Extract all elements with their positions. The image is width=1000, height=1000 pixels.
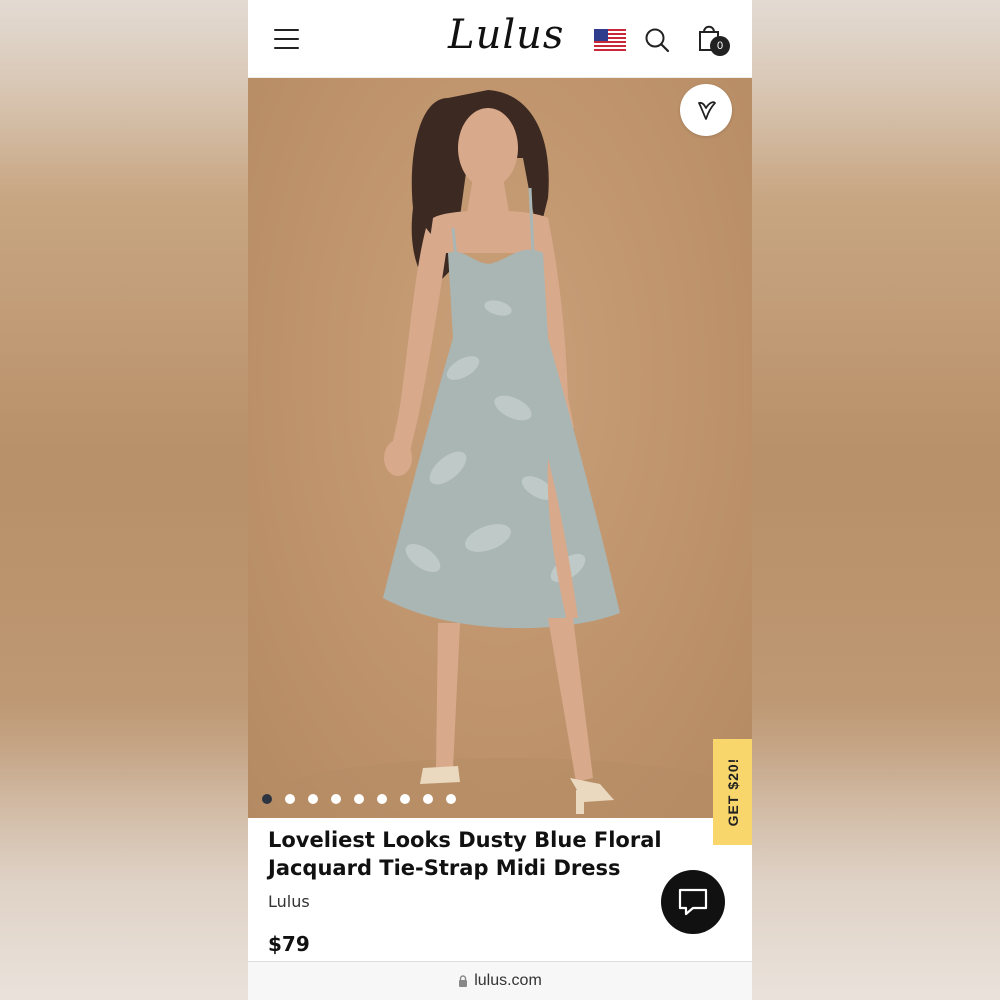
carousel-dot[interactable] [262, 794, 272, 804]
carousel-dot[interactable] [285, 794, 295, 804]
promo-label: GET $20! [724, 757, 741, 827]
carousel-dot[interactable] [423, 794, 433, 804]
background-blur-left [0, 0, 248, 1000]
lulus-logo[interactable]: Lulus [448, 12, 564, 58]
phone-screen: Lulus 0 Loveliest Looks Dusty Blue Flora… [248, 0, 752, 1000]
product-price: $79 [268, 932, 310, 956]
us-flag-icon[interactable] [594, 29, 626, 53]
product-title: Loveliest Looks Dusty Blue Floral Jacqua… [268, 828, 662, 880]
chat-bubble-icon [678, 888, 708, 916]
promo-tab[interactable]: GET $20! [713, 739, 752, 845]
search-icon[interactable] [644, 27, 670, 53]
carousel-dot[interactable] [446, 794, 456, 804]
carousel-dot[interactable] [308, 794, 318, 804]
site-header: Lulus 0 [248, 0, 752, 78]
heart-icon [698, 101, 716, 120]
product-brand[interactable]: Lulus [268, 892, 668, 911]
menu-icon[interactable] [274, 29, 299, 49]
carousel-dot[interactable] [377, 794, 387, 804]
carousel-indicators [262, 794, 456, 804]
background-blur-right [752, 0, 1000, 1000]
product-image-carousel[interactable] [248, 78, 752, 818]
cart-count-badge: 0 [710, 36, 730, 56]
carousel-dot[interactable] [354, 794, 364, 804]
product-photo [268, 90, 748, 818]
favorite-button[interactable] [680, 84, 732, 136]
carousel-dot[interactable] [331, 794, 341, 804]
lock-icon [459, 975, 468, 987]
url-text: lulus.com [474, 972, 542, 989]
browser-url-bar[interactable]: lulus.com [248, 961, 752, 1000]
carousel-dot[interactable] [400, 794, 410, 804]
chat-button[interactable] [661, 870, 725, 934]
product-info: Loveliest Looks Dusty Blue Floral Jacqua… [268, 826, 668, 911]
